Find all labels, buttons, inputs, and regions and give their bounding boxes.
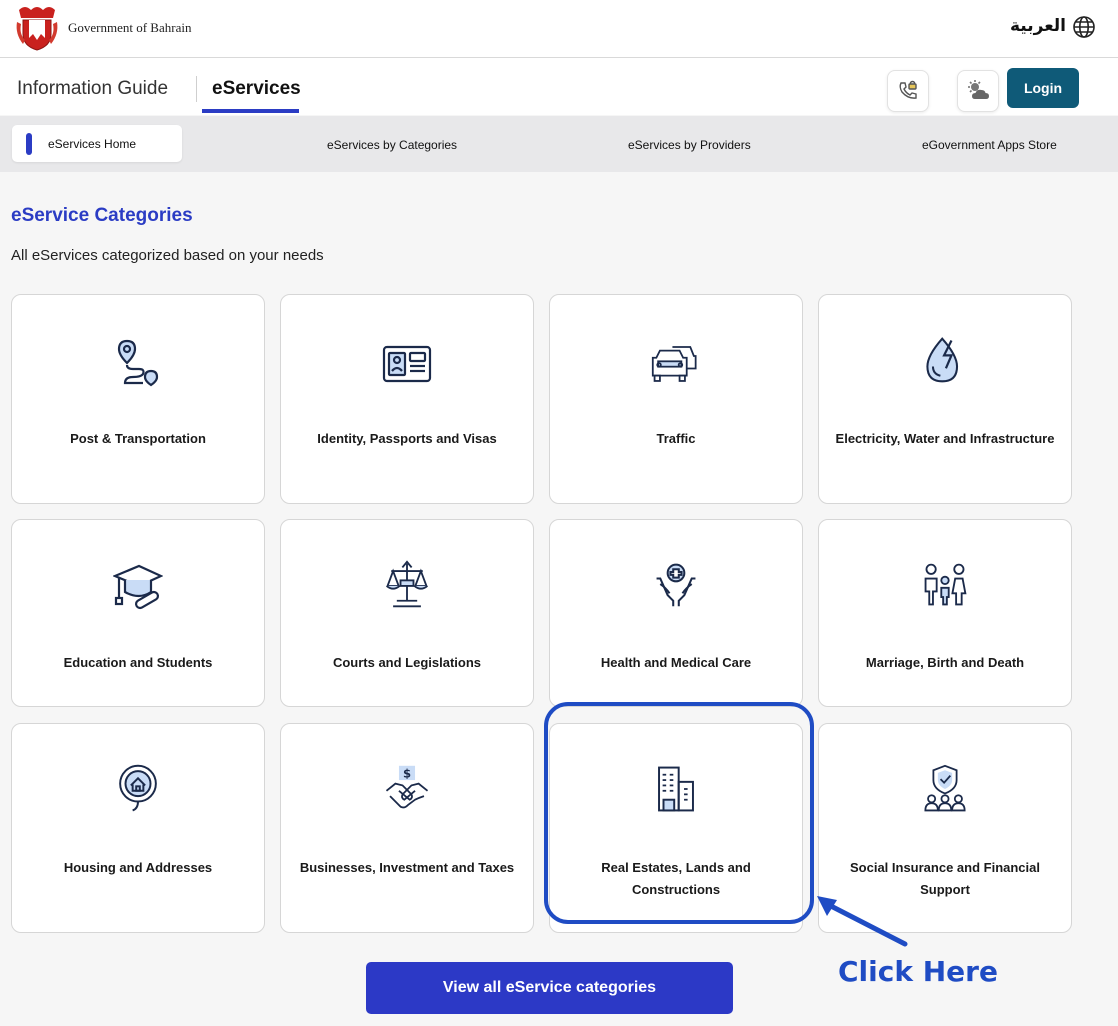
highlight-circle [544, 702, 814, 924]
water-bolt-icon [926, 337, 959, 383]
category-card-identity-passports[interactable]: Identity, Passports and Visas [280, 294, 534, 504]
category-card-courts[interactable]: Courts and Legislations [280, 519, 534, 707]
language-switch[interactable]: العربية [1010, 16, 1066, 36]
category-card-post-transportation[interactable]: Post & Transportation [11, 294, 265, 504]
subnav-home-label: eServices Home [48, 137, 137, 151]
sub-nav: eServices Home eServices by Categories e… [0, 116, 1118, 172]
category-label: Post & Transportation [70, 431, 206, 446]
weather-icon [968, 80, 989, 99]
graduation-cap-icon [113, 564, 163, 610]
active-subnav-indicator [26, 133, 32, 155]
shield-people-icon [924, 764, 966, 812]
category-card-marriage-birth[interactable]: Marriage, Birth and Death [818, 519, 1072, 707]
category-card-electricity-water[interactable]: Electricity, Water and Infrastructure [818, 294, 1072, 504]
contact-button[interactable] [887, 70, 929, 112]
weather-button[interactable] [957, 70, 999, 112]
category-card-traffic[interactable]: Traffic [549, 294, 803, 504]
arrow-icon [817, 896, 908, 947]
cars-icon [651, 346, 697, 382]
top-bar: Government of Bahrain العربية [0, 0, 1118, 58]
svg-text:$: $ [403, 766, 411, 780]
category-card-education[interactable]: Education and Students [11, 519, 265, 707]
category-label: Marriage, Birth and Death [865, 655, 1025, 670]
subnav-apps-store[interactable]: eGovernment Apps Store [922, 138, 1057, 152]
category-card-businesses[interactable]: $ Businesses, Investment and Taxes [280, 723, 534, 933]
category-label: Electricity, Water and Infrastructure [835, 431, 1055, 446]
category-label: Businesses, Investment and Taxes [299, 860, 515, 875]
view-all-categories-button[interactable]: View all eService categories [366, 962, 733, 1014]
active-tab-indicator [202, 109, 299, 113]
click-here-annotation: Click Here [838, 955, 998, 988]
globe-icon[interactable] [1072, 15, 1096, 39]
category-label: Traffic [656, 431, 696, 446]
category-card-housing[interactable]: Housing and Addresses [11, 723, 265, 933]
family-icon [924, 563, 967, 606]
login-button[interactable]: Login [1007, 68, 1079, 108]
tab-eservices[interactable]: eServices [212, 78, 301, 100]
category-label: Identity, Passports and Visas [317, 431, 497, 446]
category-card-health[interactable]: Health and Medical Care [549, 519, 803, 707]
scales-icon [386, 560, 428, 608]
category-label: Education and Students [63, 655, 213, 670]
subnav-eservices-home[interactable]: eServices Home [12, 125, 182, 162]
subnav-by-categories[interactable]: eServices by Categories [327, 138, 457, 152]
route-pin-icon [117, 339, 159, 387]
id-card-icon [382, 345, 432, 383]
handshake-dollar-icon: $ [385, 765, 429, 809]
care-hands-icon [656, 563, 696, 607]
tab-divider [196, 76, 197, 102]
category-label: Health and Medical Care [600, 655, 752, 670]
main-nav: Information Guide eServices Login [0, 58, 1118, 115]
government-name: Government of Bahrain [68, 20, 192, 35]
subnav-by-providers[interactable]: eServices by Providers [628, 138, 751, 152]
bahrain-emblem-icon [16, 7, 58, 51]
phone-lock-icon [899, 80, 917, 99]
tab-information-guide[interactable]: Information Guide [17, 78, 168, 100]
home-pin-icon [119, 764, 157, 812]
section-title: eService Categories [11, 205, 193, 226]
category-label: Housing and Addresses [63, 860, 213, 875]
section-subtitle: All eServices categorized based on your … [11, 247, 324, 264]
category-label: Courts and Legislations [332, 655, 482, 670]
